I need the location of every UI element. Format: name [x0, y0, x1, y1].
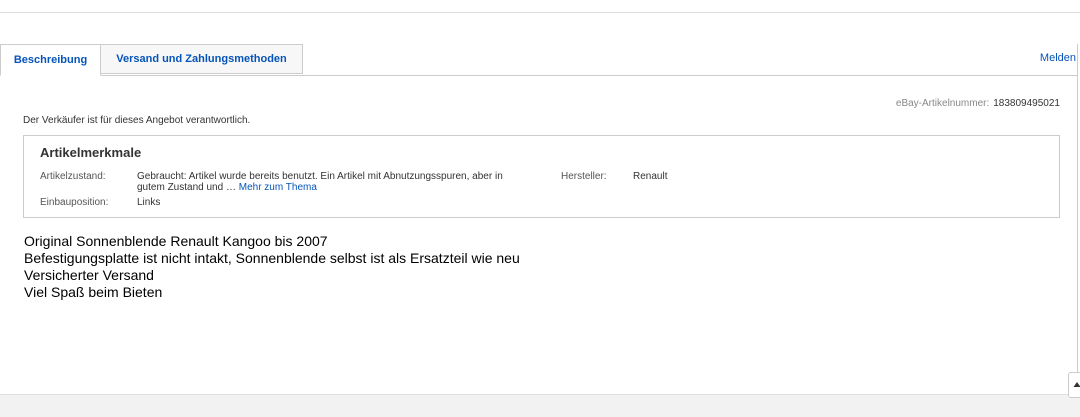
condition-label: Artikelzustand:	[40, 171, 106, 182]
page-bottom-strip	[0, 394, 1080, 417]
tab-beschreibung[interactable]: Beschreibung	[0, 44, 101, 76]
more-info-link[interactable]: Mehr zum Thema	[239, 182, 317, 193]
item-specifics-box: Artikelmerkmale Artikelzustand: Gebrauch…	[23, 135, 1060, 218]
description-line: Versicherter Versand	[24, 267, 154, 283]
position-label: Einbauposition:	[40, 197, 109, 208]
condition-text-line2: gutem Zustand und … Mehr zum Thema	[137, 182, 557, 193]
description-line: Befestigungsplatte ist nicht intakt, Son…	[24, 250, 520, 266]
condition-value: Gebraucht: Artikel wurde bereits benutzt…	[137, 171, 557, 193]
item-number-value: 183809495021	[993, 98, 1060, 109]
item-description: Original Sonnenblende Renault Kangoo bis…	[24, 233, 520, 301]
condition-text-truncated: gutem Zustand und …	[137, 182, 236, 193]
condition-text-line1: Gebraucht: Artikel wurde bereits benutzt…	[137, 171, 503, 182]
item-specifics-title: Artikelmerkmale	[40, 145, 142, 160]
item-number: eBay-Artikelnummer: 183809495021	[896, 98, 1060, 109]
arrow-up-icon	[1073, 382, 1080, 387]
panel-right-border	[1077, 44, 1078, 394]
manufacturer-label: Hersteller:	[561, 171, 607, 182]
description-line: Viel Spaß beim Bieten	[24, 284, 163, 300]
position-value: Links	[137, 197, 161, 208]
seller-responsibility-note: Der Verkäufer ist für dieses Angebot ver…	[23, 115, 251, 126]
item-number-label: eBay-Artikelnummer:	[895, 98, 990, 109]
tab-bar: Beschreibung Versand und Zahlungsmethode…	[0, 44, 1078, 76]
description-line: Original Sonnenblende Renault Kangoo bis…	[24, 233, 328, 249]
scroll-to-top-button[interactable]	[1068, 372, 1080, 398]
report-link[interactable]: Melden	[1040, 52, 1076, 64]
top-divider	[0, 12, 1080, 13]
tab-versand-zahlung[interactable]: Versand und Zahlungsmethoden	[101, 44, 303, 74]
manufacturer-value: Renault	[633, 171, 668, 182]
